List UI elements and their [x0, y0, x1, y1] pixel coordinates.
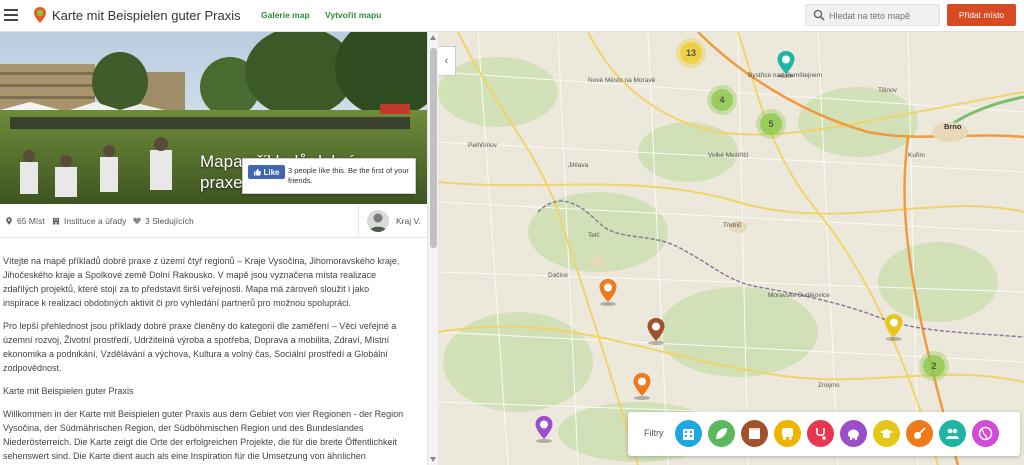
- stat-places-label: 65 Míst: [17, 216, 45, 226]
- description-paragraph: Willkommen in der Karte mit Beispielen g…: [3, 409, 404, 461]
- menu-icon[interactable]: [4, 9, 18, 21]
- nav-gallery-link[interactable]: Galerie map: [261, 10, 310, 20]
- graduation-cap-icon: [880, 429, 893, 439]
- filters-label: Filtry: [644, 428, 664, 438]
- map-marker-culture[interactable]: [598, 278, 618, 306]
- map-label: Nové Město na Moravě: [588, 77, 656, 84]
- shop-icon: [749, 428, 760, 439]
- map-cluster[interactable]: 4: [711, 89, 733, 111]
- logo-icon: [34, 7, 46, 23]
- map-marker-transport[interactable]: [884, 313, 904, 341]
- stat-followers-label: 3 Sledujících: [145, 216, 194, 226]
- filter-global-button[interactable]: [972, 420, 999, 447]
- filter-health-button[interactable]: [807, 420, 834, 447]
- facebook-like-button[interactable]: Like: [248, 165, 285, 179]
- map-marker-production[interactable]: [646, 317, 666, 345]
- hero-image: Mapa příkladů dobré praxe Like 3 people …: [0, 32, 427, 204]
- map-label: Znojmo: [818, 382, 840, 389]
- heart-icon: [133, 217, 141, 225]
- map-description: Vítejte na mapě příkladů dobré praxe z ú…: [3, 254, 406, 465]
- filter-environment-button[interactable]: [708, 420, 735, 447]
- facebook-like-text: 3 people like this. Be the first of your…: [288, 166, 409, 185]
- map-cluster[interactable]: 2: [923, 355, 945, 377]
- building-icon: [53, 218, 59, 225]
- facebook-like-box: Like 3 people like this. Be the first of…: [242, 158, 416, 194]
- scroll-up-icon[interactable]: [430, 35, 436, 40]
- building-icon: [683, 429, 694, 440]
- map-label: Kuřim: [908, 152, 925, 159]
- collapse-panel-button[interactable]: ‹: [438, 46, 456, 76]
- search-box: [805, 4, 940, 26]
- scroll-down-icon[interactable]: [430, 457, 436, 462]
- filters-bar: Filtry: [628, 412, 1020, 456]
- map-marker-economy[interactable]: [534, 415, 554, 443]
- author[interactable]: Kraj V.: [358, 204, 427, 238]
- app-title: Karte mit Beispielen guter Praxis: [52, 8, 241, 23]
- map-label: Telč: [588, 232, 600, 239]
- add-place-button[interactable]: Přidat místo: [947, 4, 1016, 26]
- map-label: Moravské Budějovice: [768, 292, 830, 299]
- nav-create-map-link[interactable]: Vytvořit mapu: [325, 10, 381, 20]
- author-name: Kraj V.: [396, 216, 421, 226]
- map-marker-social[interactable]: [776, 50, 796, 78]
- filter-social-button[interactable]: [939, 420, 966, 447]
- stat-places[interactable]: 65 Míst: [5, 216, 45, 226]
- stats-bar: 65 Míst Instituce a úřady 3 Sledujících …: [0, 204, 427, 238]
- people-icon: [946, 428, 959, 439]
- map-label: Jihlava: [568, 162, 589, 169]
- filter-public-affairs-button[interactable]: [675, 420, 702, 447]
- filter-transport-button[interactable]: [774, 420, 801, 447]
- filter-economy-button[interactable]: [840, 420, 867, 447]
- map-label-brno: Brno: [944, 122, 962, 131]
- map-pin-icon: [6, 217, 12, 225]
- stethoscope-icon: [816, 428, 826, 440]
- scroll-thumb[interactable]: [430, 48, 437, 248]
- map-label: Tišnov: [878, 87, 897, 94]
- stat-type: Instituce a úřady: [52, 216, 126, 226]
- thumbs-up-icon: [254, 168, 262, 175]
- map-cluster[interactable]: 5: [760, 113, 782, 135]
- search-input[interactable]: [829, 8, 937, 23]
- map-marker-culture[interactable]: [632, 372, 652, 400]
- bus-icon: [782, 428, 793, 440]
- description-paragraph: Pro lepší přehlednost jsou příklady dobr…: [3, 321, 397, 373]
- panel-scrollbar[interactable]: [427, 32, 438, 465]
- map-label: Třebíč: [723, 222, 742, 229]
- leaf-icon: [716, 428, 727, 439]
- stat-type-label: Instituce a úřady: [64, 216, 127, 226]
- guitar-icon: [914, 427, 926, 439]
- info-panel: Mapa příkladů dobré praxe Like 3 people …: [0, 32, 438, 465]
- map-label: Dačice: [548, 272, 568, 279]
- map-label: Pelhřimov: [468, 142, 497, 149]
- map-label: Velké Meziříčí: [708, 152, 749, 159]
- filter-culture-button[interactable]: [906, 420, 933, 447]
- facebook-like-label: Like: [263, 167, 280, 177]
- piggy-bank-icon: [848, 429, 859, 440]
- top-bar: Karte mit Beispielen guter Praxis Galeri…: [0, 0, 1024, 32]
- globe-icon: [978, 426, 993, 441]
- filter-production-button[interactable]: [741, 420, 768, 447]
- filter-education-button[interactable]: [873, 420, 900, 447]
- map-cluster[interactable]: 13: [680, 42, 702, 64]
- description-paragraph: Vítejte na mapě příkladů dobré praxe z ú…: [3, 256, 400, 308]
- description-paragraph: Karte mit Beispielen guter Praxis: [3, 386, 134, 396]
- stat-followers[interactable]: 3 Sledujících: [133, 216, 194, 226]
- map-canvas[interactable]: ‹ Brno Nové Město na Moravě Bystřice nad…: [438, 32, 1024, 465]
- search-icon: [813, 9, 825, 21]
- avatar: [367, 210, 389, 232]
